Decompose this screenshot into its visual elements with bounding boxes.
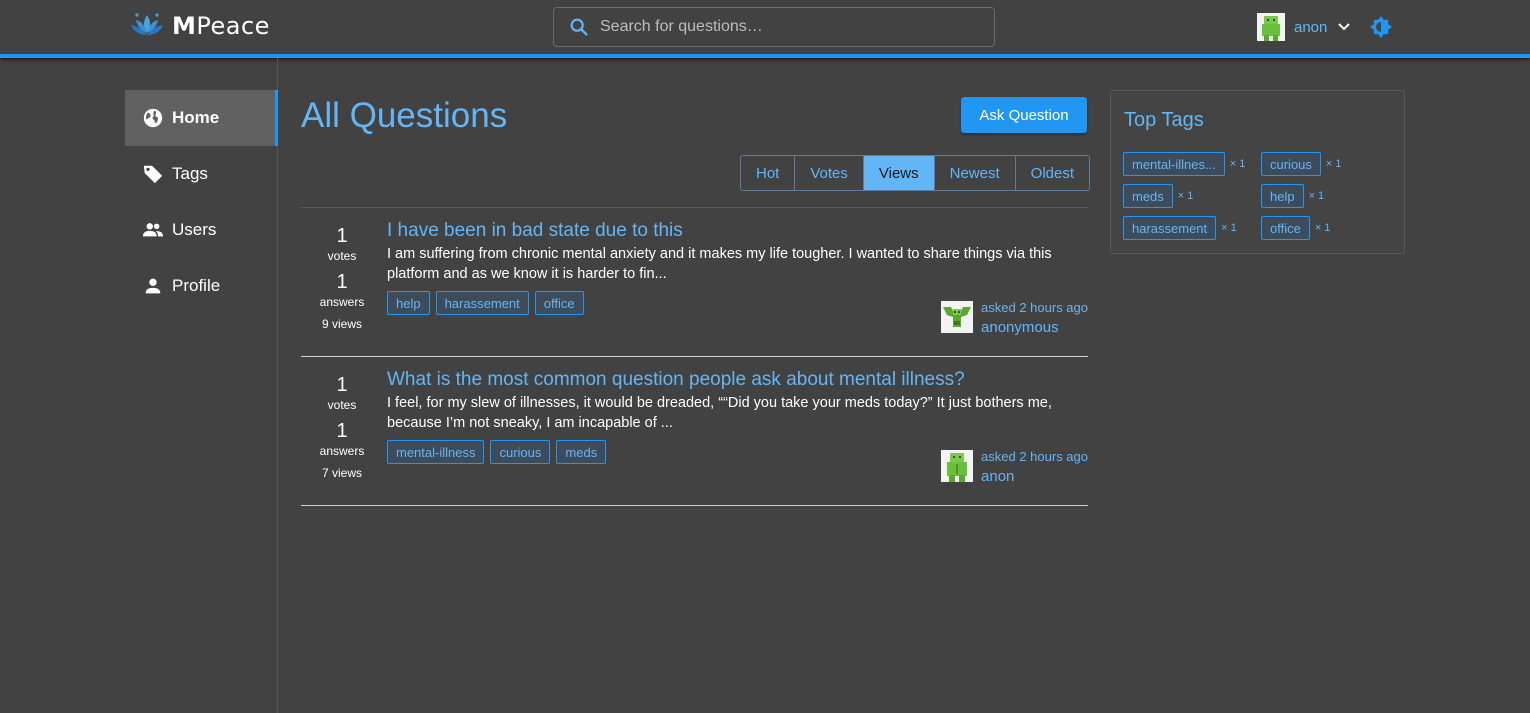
sort-oldest-button[interactable]: Oldest (1016, 156, 1089, 190)
lotus-icon (131, 13, 163, 35)
sidebar-item-home[interactable]: Home (125, 90, 278, 146)
answer-count: 1 (336, 420, 348, 442)
question-title-link[interactable]: I have been in bad state due to this (387, 220, 683, 242)
top-tags-panel: Top Tags mental-illnes... × 1 curious × … (1110, 90, 1405, 254)
asked-time: asked 2 hours ago (981, 300, 1088, 315)
question-stats: 1 votes 1 answers 9 views (301, 224, 383, 332)
question-excerpt: I am suffering from chronic mental anxie… (387, 246, 1052, 282)
sort-hot-button[interactable]: Hot (741, 156, 796, 190)
asked-time: asked 2 hours ago (981, 449, 1088, 464)
votes-label: votes (327, 398, 357, 412)
author-name-link[interactable]: anon (981, 466, 1088, 488)
question-title-link[interactable]: What is the most common question people … (387, 369, 965, 391)
person-icon (145, 278, 161, 294)
vote-count: 1 (336, 225, 348, 247)
question-excerpt: I feel, for my slew of illnesses, it wou… (387, 395, 1052, 431)
top-tag-item: harassement × 1 (1123, 216, 1237, 240)
votes-label: votes (327, 249, 357, 263)
brand-name: MPeace (172, 12, 270, 40)
tag-chip[interactable]: curious (490, 440, 551, 464)
top-tag-item: curious × 1 (1261, 152, 1342, 176)
sidebar-item-profile[interactable]: Profile (125, 258, 278, 314)
top-app-bar: MPeace anon (0, 0, 1530, 58)
question-tags: help harassement office (387, 291, 584, 315)
top-tag-item: meds × 1 (1123, 184, 1193, 208)
question-item: 1 votes 1 answers 9 views I have been in… (301, 208, 1088, 357)
users-icon (142, 223, 164, 237)
tag-chip[interactable]: meds (1123, 184, 1173, 208)
sidebar-item-label: Profile (172, 276, 221, 295)
view-count: 9 views (321, 317, 362, 331)
sidebar-item-label: Users (172, 220, 217, 239)
sidebar-item-label: Tags (172, 164, 208, 183)
tag-count: × 1 (1325, 158, 1342, 170)
answers-label: answers (319, 295, 365, 309)
sort-tabs: Hot Votes Views Newest Oldest (740, 155, 1091, 191)
tag-chip[interactable]: mental-illness (387, 440, 485, 464)
globe-icon (143, 108, 163, 128)
question-item: 1 votes 1 answers 7 views What is the mo… (301, 357, 1088, 506)
page-title: All Questions (301, 96, 508, 135)
author-name-link[interactable]: anonymous (981, 317, 1088, 339)
chevron-down-icon[interactable] (1337, 20, 1351, 34)
ask-question-button[interactable]: Ask Question (961, 97, 1087, 133)
user-avatar (1257, 13, 1285, 41)
tag-chip[interactable]: office (1261, 216, 1310, 240)
question-author: asked 2 hours ago anonymous (941, 299, 1088, 339)
question-author: asked 2 hours ago anon (941, 448, 1088, 488)
top-tag-item: office × 1 (1261, 216, 1330, 240)
sidebar-item-label: Home (172, 108, 220, 127)
sidebar-item-users[interactable]: Users (125, 202, 278, 258)
tag-chip[interactable]: help (1261, 184, 1304, 208)
tag-count: × 1 (1314, 222, 1331, 234)
tag-chip[interactable]: curious (1261, 152, 1321, 176)
tag-count: × 1 (1308, 190, 1325, 202)
tag-count: × 1 (1221, 222, 1237, 234)
search-input[interactable] (600, 18, 980, 36)
tag-chip[interactable]: meds (556, 440, 607, 464)
tag-icon (143, 165, 163, 184)
sort-newest-button[interactable]: Newest (935, 156, 1016, 190)
answers-label: answers (319, 444, 365, 458)
vote-count: 1 (336, 374, 348, 396)
theme-toggle-icon[interactable] (1369, 15, 1393, 39)
author-avatar[interactable] (941, 450, 974, 482)
question-stats: 1 votes 1 answers 7 views (301, 373, 383, 481)
tag-chip[interactable]: harassement (1123, 216, 1217, 240)
search-icon (570, 18, 588, 36)
tag-chip[interactable]: mental-illnes... (1123, 152, 1225, 176)
user-menu[interactable]: anon (1257, 13, 1351, 41)
user-name: anon (1294, 18, 1328, 36)
sidebar-item-tags[interactable]: Tags (125, 146, 278, 202)
answer-count: 1 (336, 271, 348, 293)
question-tags: mental-illness curious meds (387, 440, 607, 464)
top-tag-item: help × 1 (1261, 184, 1324, 208)
author-avatar[interactable] (941, 301, 974, 333)
tag-count: × 1 (1229, 158, 1246, 170)
search-bar[interactable] (553, 7, 995, 47)
tag-chip[interactable]: help (387, 291, 430, 315)
tag-chip[interactable]: harassement (435, 291, 529, 315)
sort-votes-button[interactable]: Votes (795, 156, 864, 190)
view-count: 7 views (321, 466, 362, 480)
question-list: 1 votes 1 answers 9 views I have been in… (301, 207, 1088, 506)
top-tags-title: Top Tags (1124, 109, 1204, 131)
sort-views-button[interactable]: Views (863, 156, 935, 190)
tag-chip[interactable]: office (534, 291, 584, 315)
top-tag-item: mental-illnes... × 1 (1123, 152, 1245, 176)
brand-logo[interactable]: MPeace (130, 11, 270, 41)
tag-count: × 1 (1177, 190, 1194, 202)
